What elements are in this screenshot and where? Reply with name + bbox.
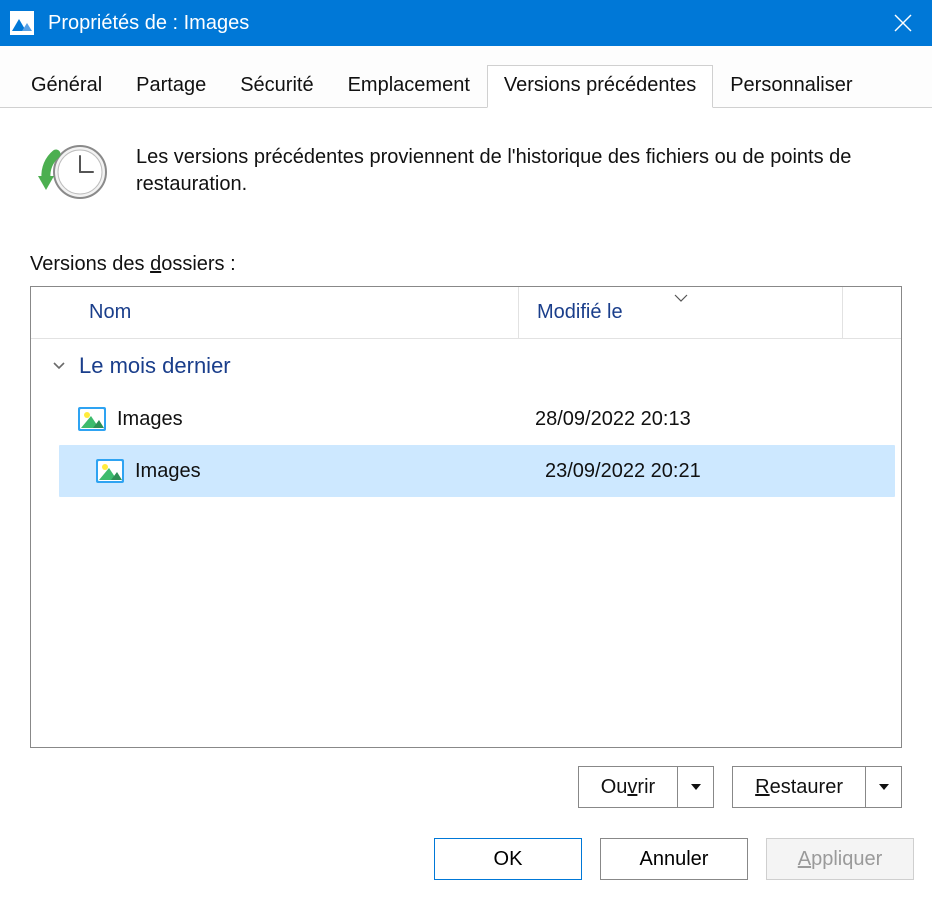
tab-content: Les versions précédentes proviennent de … (0, 108, 932, 748)
section-label-pre: Versions des (30, 253, 150, 275)
app-icon (10, 11, 34, 35)
sort-chevron-down-icon (673, 286, 689, 309)
tab-previous-versions[interactable]: Versions précédentes (487, 65, 713, 108)
apply-button: Appliquer (766, 838, 914, 880)
tab-general[interactable]: Général (14, 65, 119, 108)
versions-listbox: Nom Modifié le Le mois dernier (30, 286, 902, 748)
actions-row: Ouvrir Restaurer (0, 748, 932, 808)
column-modified-label: Modifié le (537, 301, 623, 324)
open-dropdown[interactable] (677, 767, 713, 807)
ok-button[interactable]: OK (434, 838, 582, 880)
pictures-folder-icon (77, 404, 107, 434)
item-modified: 28/09/2022 20:13 (535, 408, 691, 431)
tab-location[interactable]: Emplacement (331, 65, 487, 108)
tab-customize[interactable]: Personnaliser (713, 65, 869, 108)
open-button-label: Ouvrir (579, 767, 677, 807)
list-item[interactable]: Images 28/09/2022 20:13 (41, 393, 891, 445)
restore-clock-icon (38, 142, 108, 207)
section-label-post: ossiers : (161, 253, 235, 275)
restore-button-label: Restaurer (733, 767, 865, 807)
open-button[interactable]: Ouvrir (578, 766, 714, 808)
restore-button[interactable]: Restaurer (732, 766, 902, 808)
titlebar: Propriétés de : Images (0, 0, 932, 46)
column-modified[interactable]: Modifié le (519, 287, 843, 339)
restore-dropdown[interactable] (865, 767, 901, 807)
group-last-month[interactable]: Le mois dernier (31, 339, 901, 393)
tabstrip: Général Partage Sécurité Emplacement Ver… (0, 46, 932, 108)
description-row: Les versions précédentes proviennent de … (38, 142, 894, 207)
list-item[interactable]: Images 23/09/2022 20:21 (59, 445, 895, 497)
close-button[interactable] (874, 0, 932, 46)
description-text: Les versions précédentes proviennent de … (136, 142, 894, 198)
dialog-footer: OK Annuler Appliquer (0, 814, 932, 898)
tab-sharing[interactable]: Partage (119, 65, 223, 108)
column-name[interactable]: Nom (31, 287, 519, 339)
section-label-underline: d (150, 253, 161, 275)
cancel-button[interactable]: Annuler (600, 838, 748, 880)
section-label: Versions des dossiers : (30, 253, 902, 276)
column-name-label: Nom (89, 301, 131, 324)
item-name: Images (117, 408, 535, 431)
group-label: Le mois dernier (79, 353, 231, 379)
item-modified: 23/09/2022 20:21 (545, 460, 701, 483)
window-title: Propriétés de : Images (48, 12, 249, 35)
chevron-down-icon (51, 360, 67, 372)
item-name: Images (135, 460, 545, 483)
pictures-folder-icon (95, 456, 125, 486)
tab-security[interactable]: Sécurité (223, 65, 330, 108)
list-header: Nom Modifié le (31, 287, 901, 339)
column-spacer (843, 287, 901, 339)
